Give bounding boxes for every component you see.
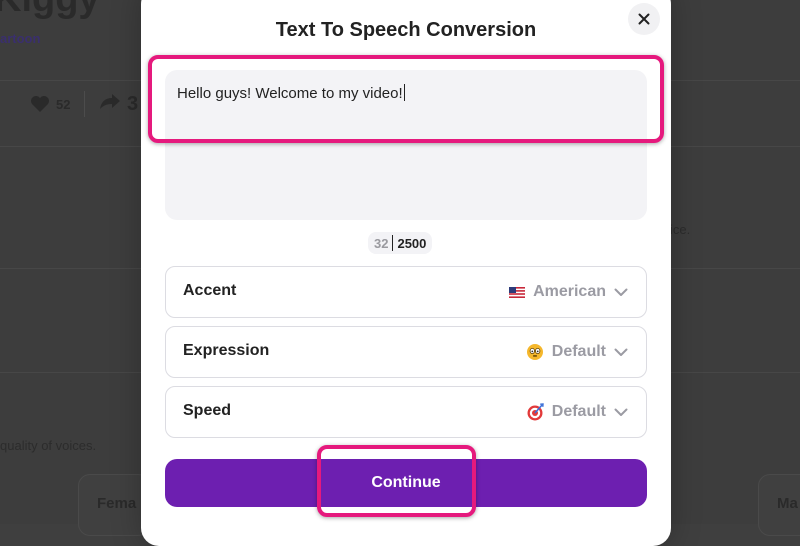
expression-select[interactable]: Expression Default [165,326,647,378]
accent-label: Accent [183,282,237,299]
expression-label: Expression [183,342,270,359]
accent-value: American [533,283,606,300]
voice-description: ice. [670,222,691,237]
chevron-down-icon [614,348,628,356]
speed-label: Speed [183,402,232,419]
divider [84,91,86,117]
char-count: 32 [374,235,389,251]
close-icon [638,13,650,25]
voice-card-label: Fema [97,495,137,512]
voice-card[interactable]: Fema [78,474,150,536]
highlight-box [317,445,476,517]
share-icon [100,94,121,109]
speed-select[interactable]: Speed Default [165,386,647,438]
close-button[interactable] [628,3,660,35]
quality-description: quality of voices. [0,438,97,453]
like-button[interactable]: 52 [0,95,70,113]
accent-select[interactable]: Accent American [165,266,647,318]
page-title: Kiggy [0,0,100,21]
voice-card-label: Ma [777,495,798,512]
chevron-down-icon [614,408,628,416]
counter-separator [392,235,394,251]
character-counter: 32 2500 [368,232,433,254]
voice-card[interactable]: Ma [758,474,800,536]
emoji-face-icon [526,344,543,360]
category-link[interactable]: artoon [0,31,40,46]
modal-title: Text To Speech Conversion [275,19,537,41]
expression-value: Default [551,343,606,360]
highlight-box [148,55,664,143]
us-flag-icon [509,286,526,298]
speed-value: Default [551,403,606,420]
target-icon [527,403,544,421]
like-count: 52 [56,96,71,112]
share-button[interactable]: 3 [99,92,138,116]
chevron-down-icon [614,288,628,296]
heart-icon [31,96,49,112]
share-count: 3 [127,93,139,115]
char-limit: 2500 [397,235,427,251]
action-bar: 52 3 [0,82,138,126]
